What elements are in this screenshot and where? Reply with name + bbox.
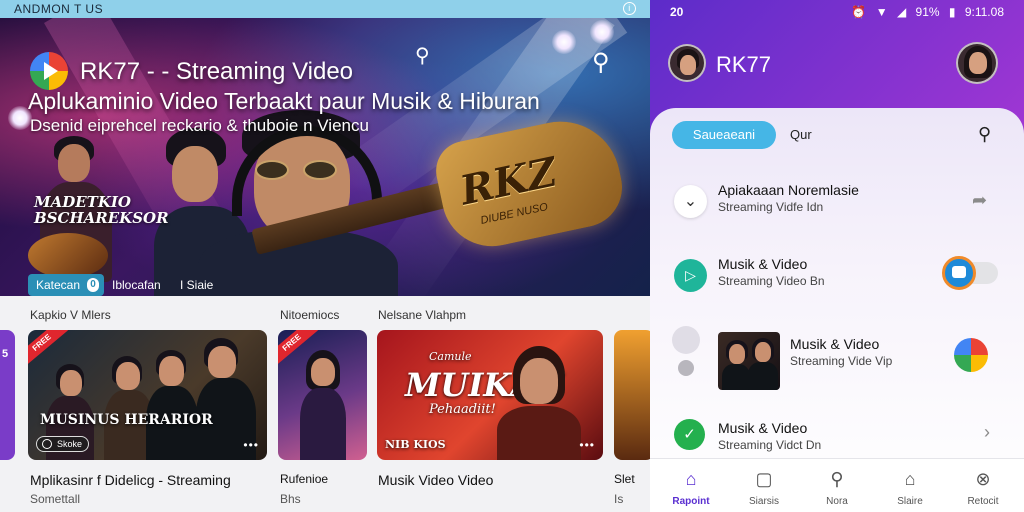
chip-text-2[interactable]: I Siaie (180, 278, 213, 292)
nav-item-home[interactable]: ⌂ Rapoint (654, 459, 728, 512)
card-title[interactable]: Rufenioe (280, 472, 328, 486)
more-icon-dot (678, 360, 694, 376)
nav-item-retocit[interactable]: ⊗ Retocit (946, 459, 1020, 512)
list-item-subtitle: Streaming Vide Vip (790, 354, 893, 368)
video-card[interactable]: FREE (278, 330, 367, 460)
search-icon[interactable]: ⚲ (592, 48, 610, 77)
colorful-app-icon[interactable] (954, 338, 988, 372)
home-icon: ⌂ (685, 469, 697, 489)
play-logo-icon (30, 52, 68, 90)
status-bar: ANDMON T US i (0, 0, 650, 18)
clock: 9:11.08 (964, 5, 1004, 19)
status-left-text: 20 (670, 5, 684, 19)
hero-subtitle: Aplukaminio Video Terbaakt paur Musik & … (28, 88, 540, 114)
status-bar: 20 ⏰ ▼ ◢ 91% ▮ 9:11.08 (650, 0, 1024, 24)
hero-title: RK77 - - Streaming Video (80, 58, 354, 85)
app-title: RK77 (716, 52, 772, 77)
card-badge: Skoke (36, 436, 90, 452)
more-icon (672, 326, 700, 354)
close-circle-icon: ⊗ (975, 469, 991, 489)
list-item-subtitle: Streaming Vidct Dn (718, 438, 822, 452)
share-icon[interactable]: ➦ (972, 190, 987, 211)
sunglasses (255, 160, 345, 180)
bottom-nav: ⌂ Rapoint ▢ Siarsis ⚲ Nora ⌂ Slaire ⊗ Re… (650, 458, 1024, 512)
hero-banner[interactable]: RKZ DIUBE NUSO RK77 - - Streaming Video … (0, 18, 650, 296)
app-avatar[interactable] (668, 44, 706, 82)
info-icon[interactable]: i (623, 2, 636, 15)
chip-text-1[interactable]: Iblocafan (112, 278, 161, 292)
battery-icon: ▮ (948, 5, 956, 19)
stage-lamp (552, 30, 576, 54)
card-subtitle: Somettall (30, 492, 81, 506)
section-label: Kapkio V Mlers (30, 308, 111, 322)
video-card[interactable]: FREE MUSINUS HERARIOR Skoke ••• (28, 330, 267, 460)
content-sheet: Saueaeani Qur ⚲ ⌄ Apiakaaan Noremlasie S… (650, 108, 1024, 512)
list-item-title: Musik & Video (718, 420, 808, 436)
stage-lamp (590, 20, 614, 44)
card-title[interactable]: Mplikasinr f Didelicg - Streaming (30, 472, 231, 488)
nav-item-siarsis[interactable]: ▢ Siarsis (727, 459, 801, 512)
left-panel: ANDMON T US i RKZ DIUBE NUSO RK77 - - St… (0, 0, 650, 512)
card-title[interactable]: Slet (614, 472, 635, 486)
toggle-switch[interactable] (942, 256, 1000, 290)
card-badge: NIB KIOS (385, 438, 446, 451)
card-overlay-text: MUSINUS HERARIOR (40, 412, 213, 428)
alarm-icon: ⏰ (851, 5, 867, 19)
card-subtitle: Is (614, 492, 624, 506)
hero-side-text: MADETKIO BSCHAREKSOR (34, 193, 169, 227)
check-icon: ✓ (674, 419, 705, 450)
video-card[interactable]: Camule MUIKAN Pehaadiit! NIB KIOS ••• (377, 330, 603, 460)
battery-level: 91% (915, 5, 940, 19)
list-item[interactable]: ⌄ Apiakaaan Noremlasie Streaming Vidfe I… (650, 170, 1024, 240)
chip-count-badge: 0 (87, 278, 99, 292)
hero-caption: Dsenid eiprehcel reckario & thuboie n Vi… (30, 116, 369, 135)
category-chip[interactable]: Katecan 0 (28, 274, 104, 296)
section-label: Nelsane Vlahpm (378, 308, 467, 322)
filter-text[interactable]: Qur (790, 127, 812, 142)
list-item-subtitle: Streaming Video Bn (718, 274, 825, 288)
list-item-subtitle: Streaming Vidfe Idn (718, 200, 824, 214)
video-card[interactable] (614, 330, 650, 460)
section-label: Nitoemiocs (280, 308, 340, 322)
signal-icon: ◢ (896, 5, 907, 19)
app-root: ANDMON T US i RKZ DIUBE NUSO RK77 - - St… (0, 0, 1024, 512)
free-tag: FREE (28, 330, 68, 367)
wifi-icon: ▼ (875, 5, 888, 19)
right-panel: 20 ⏰ ▼ ◢ 91% ▮ 9:11.08 RK77 Saueaeani Qu… (650, 0, 1024, 512)
card-overlay-top: Camule (429, 350, 472, 363)
list-item-title: Apiakaaan Noremlasie (718, 182, 859, 198)
status-text: ANDMON T US (14, 2, 104, 16)
guitar-body (28, 233, 108, 278)
search-icon[interactable]: ⚲ (978, 124, 991, 145)
list-item[interactable]: ▷ Musik & Video Streaming Video Bn (650, 244, 1024, 314)
search-icon[interactable]: ⚲ (415, 43, 430, 68)
house-outline-icon: ⌂ (904, 469, 916, 489)
nav-item-slaire[interactable]: ⌂ Slaire (873, 459, 947, 512)
play-icon: ▷ (674, 259, 707, 292)
filter-pill[interactable]: Saueaeani (672, 121, 776, 149)
status-icons: ⏰ ▼ ◢ 91% ▮ 9:11.08 (845, 5, 1004, 19)
card-overlay-sub: Pehaadiit! (429, 402, 496, 417)
list-item-title: Musik & Video (790, 336, 880, 352)
square-icon: ▢ (755, 469, 773, 489)
list-item-title: Musik & Video (718, 256, 808, 272)
chevron-down-icon: ⌄ (674, 185, 707, 218)
more-dots-icon[interactable]: ••• (243, 438, 259, 452)
list-item[interactable]: Musik & Video Streaming Vide Vip (650, 324, 1024, 394)
video-thumbnail[interactable] (718, 332, 780, 390)
chevron-right-icon[interactable]: › (984, 422, 990, 443)
card-title[interactable]: Musik Video Video (378, 472, 493, 488)
nav-item-search[interactable]: ⚲ Nora (800, 459, 874, 512)
search-icon: ⚲ (830, 469, 844, 489)
card-subtitle: Bhs (280, 492, 301, 506)
previous-card-edge[interactable]: 5 (0, 330, 15, 460)
more-dots-icon[interactable]: ••• (579, 438, 595, 452)
profile-avatar[interactable] (956, 42, 998, 84)
